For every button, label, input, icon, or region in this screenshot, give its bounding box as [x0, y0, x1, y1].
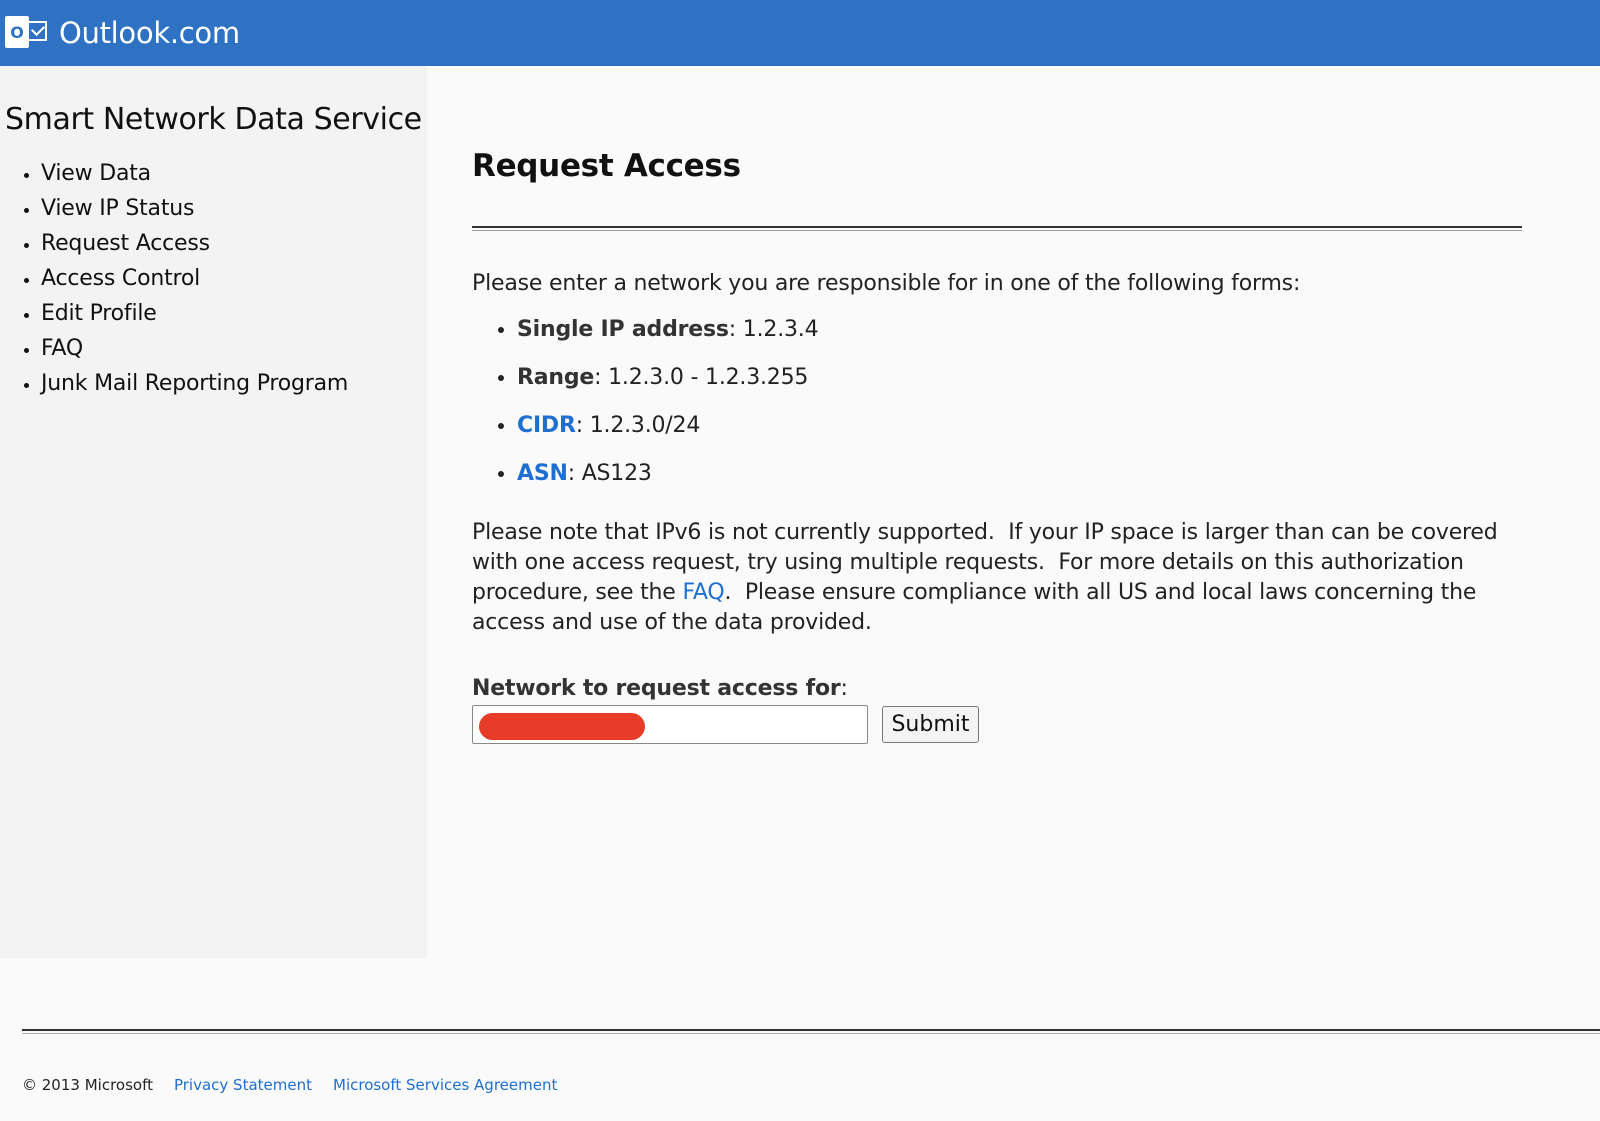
page-title: Request Access: [472, 148, 741, 184]
form-example: : 1.2.3.0/24: [575, 413, 701, 438]
network-forms-list: Single IP address: 1.2.3.4 Range: 1.2.3.…: [472, 306, 819, 498]
top-header-bar: O Outlook.com: [0, 0, 1600, 66]
form-term: Single IP address: [517, 317, 729, 342]
title-divider: [472, 226, 1522, 231]
sidebar-item-edit-profile[interactable]: Edit Profile: [41, 296, 348, 331]
sidebar: Smart Network Data Service View Data Vie…: [0, 66, 427, 958]
list-item-cidr: CIDR: 1.2.3.0/24: [517, 402, 818, 450]
sidebar-item-junk-mail-reporting[interactable]: Junk Mail Reporting Program: [41, 366, 348, 401]
sidebar-item-view-ip-status[interactable]: View IP Status: [41, 191, 348, 226]
cidr-link[interactable]: CIDR: [517, 413, 576, 438]
sidebar-item-request-access[interactable]: Request Access: [41, 226, 348, 261]
services-agreement-link[interactable]: Microsoft Services Agreement: [333, 1076, 557, 1094]
list-item-asn: ASN: AS123: [517, 450, 818, 498]
intro-text: Please enter a network you are responsib…: [472, 271, 1301, 296]
list-item-single-ip: Single IP address: 1.2.3.4: [517, 306, 819, 354]
privacy-statement-link[interactable]: Privacy Statement: [174, 1076, 312, 1094]
faq-link[interactable]: FAQ: [682, 580, 724, 605]
list-item-range: Range: 1.2.3.0 - 1.2.3.255: [517, 354, 818, 402]
redacted-value-overlay: [479, 713, 645, 740]
footer-divider: [22, 1029, 1600, 1034]
envelope-icon: [27, 21, 47, 41]
asn-link[interactable]: ASN: [517, 461, 568, 486]
form-example: : 1.2.3.0 - 1.2.3.255: [594, 365, 809, 390]
form-term: Range: [517, 365, 595, 390]
note-paragraph: Please note that IPv6 is not currently s…: [472, 518, 1532, 638]
network-input[interactable]: [472, 705, 868, 744]
form-example: : 1.2.3.4: [728, 317, 819, 342]
field-label-text: Network to request access for: [472, 676, 841, 701]
submit-button[interactable]: Submit: [882, 706, 979, 743]
sidebar-item-faq[interactable]: FAQ: [41, 331, 348, 366]
footer: © 2013 Microsoft Privacy Statement Micro…: [22, 1076, 557, 1094]
sidebar-title: Smart Network Data Service: [5, 102, 422, 137]
brand-name[interactable]: Outlook.com: [59, 16, 240, 50]
sidebar-item-view-data[interactable]: View Data: [41, 156, 348, 191]
field-label-colon: :: [840, 676, 848, 701]
outlook-logo-icon[interactable]: O: [5, 13, 49, 53]
form-example: : AS123: [567, 461, 652, 486]
outlook-o-letter: O: [5, 16, 29, 48]
copyright-text: © 2013 Microsoft: [22, 1076, 153, 1094]
sidebar-item-access-control[interactable]: Access Control: [41, 261, 348, 296]
sidebar-nav: View Data View IP Status Request Access …: [0, 156, 348, 401]
field-label: Network to request access for:: [472, 676, 848, 701]
